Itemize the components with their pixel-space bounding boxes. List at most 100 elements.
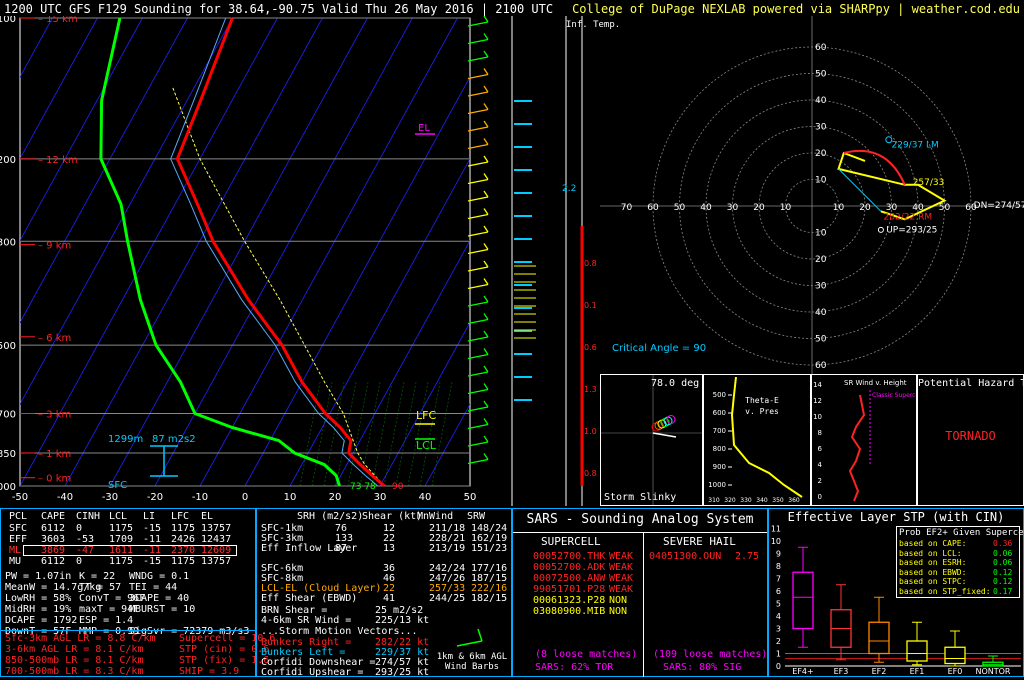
height-label: – 1 km <box>38 449 71 460</box>
thetae-p-tick: 800 <box>713 445 726 453</box>
parcel-cell: -15 <box>143 523 162 534</box>
hazard-panel: Potential Hazard Type TORNADO <box>917 374 1024 506</box>
pressure-tick-label: 300 <box>0 237 16 248</box>
parcel-cell: EFF <box>9 534 28 545</box>
wind-barb <box>467 231 489 237</box>
stp-y-tick: 5 <box>776 600 781 609</box>
sars-sc-class: WEAK <box>609 573 634 584</box>
ef2-prob-label: based on CAPE: <box>899 539 967 548</box>
wind-barb <box>467 213 489 220</box>
sars-sc-match: 00072500.ANW <box>533 573 606 584</box>
stp-box <box>792 571 814 630</box>
hodo-tick-label: 20 <box>753 203 765 213</box>
kin-srh: 87 <box>335 543 348 554</box>
parcel-cell: -53 <box>76 534 95 545</box>
ef2-prob-value: 0.17 <box>993 586 1013 596</box>
sars-sc-class: WEAK <box>609 551 634 562</box>
stp-y-tick: 7 <box>776 575 781 584</box>
lapse-rate: 850-500mb LR = 8.1 C/km <box>5 655 144 666</box>
sars-sc-class: NON <box>609 595 628 606</box>
wind-barb-flag <box>483 208 489 215</box>
wind-barb <box>467 301 489 307</box>
hodo-tick-label: 20 <box>815 255 827 265</box>
motion-value: 293/25 kt <box>375 667 430 678</box>
mini-barb-icon <box>456 628 483 647</box>
parcel-cell: 3603 <box>41 534 66 545</box>
parcel-cell: -11 <box>143 534 162 545</box>
lcl-label: LCL <box>416 439 437 452</box>
index-value: MidRH = 19% <box>5 604 72 615</box>
wind-barb <box>467 458 489 465</box>
parcel-cell: 1175 <box>171 556 196 567</box>
kin-extra-value: 225/13 kt <box>375 615 430 626</box>
lapse-rate: Sfc-3km AGL LR = 8.8 C/km <box>5 633 156 644</box>
sars-supercell-title: SUPERCELL <box>541 535 601 548</box>
wind-barb-flag <box>483 225 489 233</box>
hodo-tick-label: 10 <box>780 203 792 213</box>
parcel-cell: 12437 <box>201 534 232 545</box>
wind-barb-flag <box>483 260 489 268</box>
parcel-panel: PCL CAPE CINH LCL LI LFC EL SFC 6112 0 1175 -15 1175… <box>0 508 275 677</box>
motion-label: Corfidi Upshear = <box>261 667 364 678</box>
ef2-prob-label: based on STP_fixed: <box>899 586 991 596</box>
index-value: LowRH = 58% <box>5 593 72 604</box>
inflow-tick: 1.3 <box>584 385 597 394</box>
lapse-rate: 3-6km AGL LR = 8.1 C/km <box>5 644 144 655</box>
temp-tick-label: -20 <box>147 492 163 503</box>
stp-y-tick: 6 <box>776 587 781 596</box>
ef2-prob-value: 0.06 <box>993 548 1013 558</box>
stp-panel: 11 10 9 8 7 6 5 4 3 2 1 0 EF4+ EF3 EF2 EF1 EF0 NONTOR Eff… <box>768 508 1024 677</box>
wind-barb-flag <box>483 313 489 320</box>
wind-barb-flag <box>483 243 489 250</box>
thetae-p-tick: 1000 <box>708 481 726 489</box>
sars-sc-match: 00052700.ADK <box>533 562 606 573</box>
stp-y-tick: 0 <box>776 662 781 671</box>
kin-srw: 151/23 <box>471 543 508 554</box>
srwind-h-tick: 4 <box>818 461 823 469</box>
ef2-prob-title: Prob EF2+ Given Supercell <box>899 528 1024 538</box>
inflow-tick: 0.8 <box>584 469 597 478</box>
ef2-prob-value: 0.12 <box>993 567 1013 577</box>
kin-shear: 13 <box>383 543 396 554</box>
wind-barb <box>467 248 489 255</box>
wind-barb <box>467 423 489 430</box>
wind-barb <box>467 196 489 202</box>
pressure-tick-label: 500 <box>0 341 16 352</box>
inflow-strips: 2.20.80.10.61.31.00.80.7 <box>511 16 597 506</box>
wind-barb <box>467 38 489 45</box>
srwind-h-tick: 12 <box>813 397 822 405</box>
srwind-h-tick: 6 <box>818 445 823 453</box>
wind-barb-flag <box>483 348 489 355</box>
ef2-prob-label: based on EBWD: <box>899 567 967 577</box>
slinky-angle: 78.0 deg <box>651 378 700 389</box>
temp-tick-label: 0 <box>242 492 248 503</box>
stp-y-tick: 10 <box>771 537 781 546</box>
sars-hail-size: 2.75 <box>735 551 760 562</box>
parcel-cell: SFC <box>9 523 28 534</box>
wind-barb-flag <box>483 16 489 23</box>
mixing-ratio-line <box>419 382 441 487</box>
sfc-temp-label: 90 <box>392 482 404 492</box>
hodo-tick-label: 40 <box>700 203 712 213</box>
stp-y-tick: 1 <box>776 650 781 659</box>
stp-category-label: NONTOR <box>975 667 1010 676</box>
up-marker <box>877 226 884 233</box>
kinematics-panel: SRH (m2/s2) Shear (kt) MnWind SRW SFC-1km 76 1… <box>256 508 512 678</box>
wind-barb-flag <box>483 190 489 198</box>
wind-barb-flag <box>483 33 489 40</box>
thetae-t-tick: 360 <box>788 497 800 504</box>
hodo-tick-label: 40 <box>815 308 827 318</box>
stp-box <box>982 661 1004 667</box>
wind-barb <box>467 108 489 115</box>
lapse-rate: 700-500mb LR = 8.3 C/km <box>5 666 144 677</box>
pressure-tick-label: 100 <box>0 16 16 25</box>
temp-tick-label: -10 <box>192 492 208 503</box>
wind-barb <box>467 143 489 150</box>
temperature-trace <box>175 17 386 488</box>
stp-category-label: EF2 <box>872 667 887 676</box>
sars-hail-matches: (109 loose matches) <box>653 649 768 660</box>
sars-sc-class: WEAK <box>609 584 634 595</box>
wind-barb <box>467 91 489 97</box>
sars-panel: SARS - Sounding Analog System SUPERCELL … <box>512 508 768 677</box>
skewt-chart: 1002003005007008501000– 15 km– 12 km– 9 … <box>0 16 489 503</box>
